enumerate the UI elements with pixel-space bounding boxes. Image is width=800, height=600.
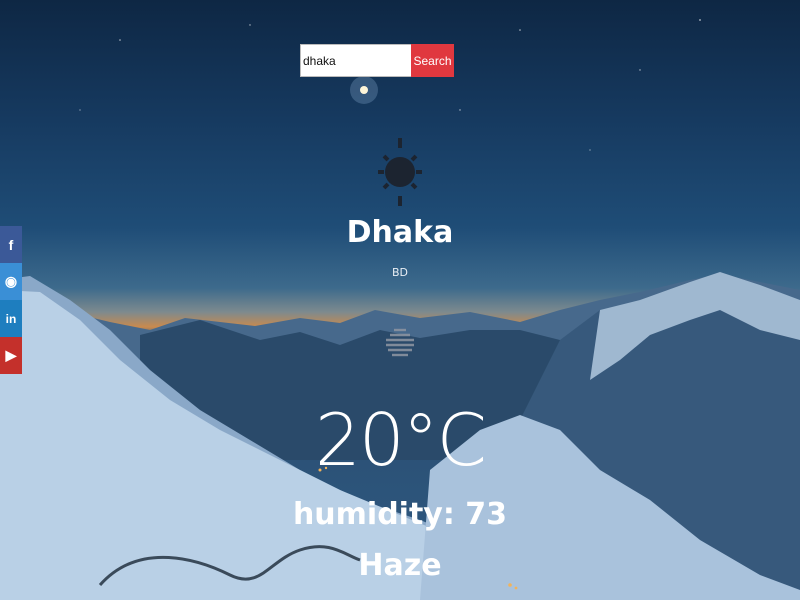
weather-condition: Haze [358, 548, 442, 583]
sun-icon [378, 138, 422, 206]
haze-icon [386, 328, 414, 357]
youtube-icon: ▶ [5, 347, 17, 363]
linkedin-link[interactable]: in [0, 300, 22, 337]
search-input[interactable] [300, 44, 411, 77]
search-bar: Search [300, 44, 454, 77]
search-button[interactable]: Search [411, 44, 454, 77]
temperature: 20°C [315, 398, 487, 482]
linkedin-icon: in [5, 311, 17, 326]
city-name: Dhaka [346, 215, 454, 250]
humidity: humidity: 73 [292, 497, 508, 532]
country-code: BD [391, 266, 409, 279]
youtube-link[interactable]: ▶ [0, 337, 22, 374]
